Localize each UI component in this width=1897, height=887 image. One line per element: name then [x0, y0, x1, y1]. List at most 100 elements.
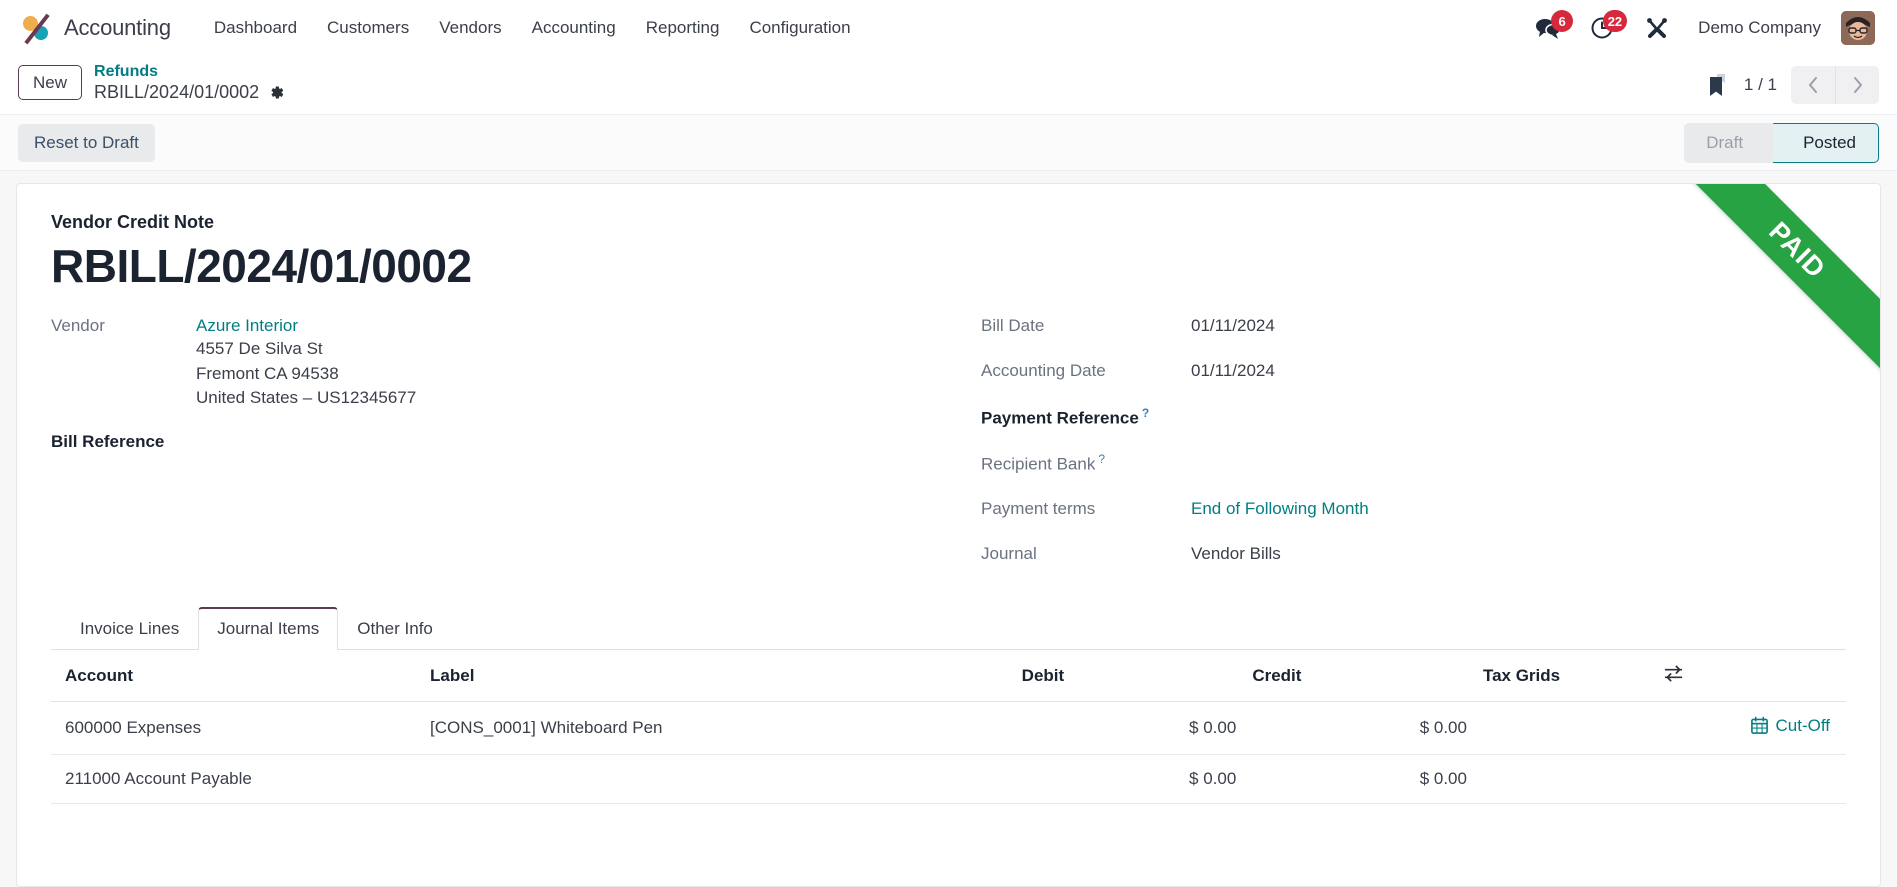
- menu-item-accounting[interactable]: Accounting: [517, 0, 631, 56]
- cell-tax-grids[interactable]: [1474, 701, 1656, 756]
- menu-item-configuration[interactable]: Configuration: [734, 0, 865, 56]
- notebook-tabs: Invoice Lines Journal Items Other Info: [51, 606, 1846, 650]
- cell-label[interactable]: [CONS_0001] Whiteboard Pen: [422, 701, 1014, 756]
- column-header-label[interactable]: Label: [422, 649, 1014, 702]
- table-header: Account Label Debit Credit Tax Grids: [51, 649, 1846, 702]
- field-payment-reference: Payment Reference?: [981, 405, 1846, 431]
- breadcrumb: Refunds RBILL/2024/01/0002: [94, 62, 285, 103]
- app-brand[interactable]: Accounting: [14, 0, 181, 56]
- notebook: Invoice Lines Journal Items Other Info A…: [51, 606, 1846, 805]
- messages-button[interactable]: 6: [1522, 0, 1574, 56]
- field-accounting-date-label: Accounting Date: [981, 360, 1106, 380]
- field-accounting-date: Accounting Date 01/11/2024: [981, 360, 1846, 384]
- cell-label[interactable]: [422, 754, 1014, 805]
- pager-previous-button[interactable]: [1791, 66, 1835, 104]
- field-payment-terms-label: Payment terms: [981, 498, 1096, 518]
- new-record-button[interactable]: New: [18, 65, 83, 101]
- tab-other-info[interactable]: Other Info: [338, 607, 452, 650]
- calendar-icon: [1750, 716, 1768, 735]
- vendor-address-line-2: Fremont CA 94538: [196, 363, 339, 383]
- field-journal-value[interactable]: Vendor Bills: [1191, 543, 1281, 566]
- column-header-debit[interactable]: Debit: [1013, 649, 1245, 702]
- statusbar: Reset to Draft Draft Posted: [0, 114, 1897, 171]
- cell-account[interactable]: 600000 Expenses: [51, 701, 423, 756]
- control-panel: New Refunds RBILL/2024/01/0002 1 / 1: [0, 56, 1897, 114]
- main-menu: Dashboard Customers Vendors Accounting R…: [199, 0, 866, 56]
- status-step-posted-label: Posted: [1803, 132, 1856, 152]
- breadcrumb-current-label: RBILL/2024/01/0002: [94, 81, 260, 102]
- column-header-tax-grids[interactable]: Tax Grids: [1474, 649, 1656, 702]
- fields-right-column: Bill Date 01/11/2024 Accounting Date 01/…: [981, 315, 1846, 588]
- cell-cutoff: Cut-Off: [1655, 701, 1846, 756]
- control-panel-right: 1 / 1: [1706, 62, 1879, 104]
- field-bill-date-value[interactable]: 01/11/2024: [1191, 315, 1275, 338]
- field-journal-label: Journal: [981, 543, 1037, 563]
- breadcrumb-parent-refunds[interactable]: Refunds: [94, 62, 285, 82]
- menu-item-reporting[interactable]: Reporting: [631, 0, 735, 56]
- activities-badge: 22: [1602, 10, 1628, 32]
- cell-credit[interactable]: $ 0.00: [1244, 754, 1475, 805]
- vendor-address-line-3: United States – US12345677: [196, 387, 417, 407]
- field-vendor-value-block: Azure Interior 4557 De Silva St Fremont …: [196, 315, 416, 410]
- pager-value: 1 / 1: [1743, 75, 1777, 94]
- chevron-right-icon: [1853, 77, 1862, 93]
- help-tooltip-icon[interactable]: ?: [1142, 406, 1149, 420]
- column-options-header: [1655, 649, 1846, 702]
- pager-buttons: [1791, 66, 1879, 104]
- activities-button[interactable]: 22: [1578, 0, 1628, 56]
- company-switcher[interactable]: Demo Company: [1686, 18, 1833, 38]
- control-panel-left: New Refunds RBILL/2024/01/0002: [18, 62, 285, 103]
- field-payment-terms-value[interactable]: End of Following Month: [1191, 498, 1369, 521]
- table-row[interactable]: 600000 Expenses [CONS_0001] Whiteboard P…: [51, 701, 1846, 756]
- status-step-draft[interactable]: Draft: [1684, 122, 1774, 163]
- cell-debit[interactable]: $ 0.00: [1013, 754, 1245, 805]
- cut-off-button[interactable]: Cut-Off: [1750, 716, 1830, 736]
- cell-credit[interactable]: $ 0.00: [1244, 701, 1475, 756]
- app-name: Accounting: [64, 15, 171, 40]
- journal-items-table: Account Label Debit Credit Tax Grids 600…: [51, 649, 1846, 805]
- field-accounting-date-value[interactable]: 01/11/2024: [1191, 360, 1275, 383]
- field-vendor-label: Vendor: [51, 315, 105, 335]
- vendor-address-line-1: 4557 De Silva St: [196, 339, 323, 359]
- field-bill-reference-label: Bill Reference: [51, 431, 165, 451]
- tab-invoice-lines[interactable]: Invoice Lines: [61, 607, 198, 650]
- help-tooltip-icon[interactable]: ?: [1098, 452, 1105, 466]
- reset-to-draft-button[interactable]: Reset to Draft: [18, 123, 155, 162]
- field-vendor: Vendor Azure Interior 4557 De Silva St F…: [51, 315, 981, 410]
- gear-icon[interactable]: [268, 84, 285, 101]
- user-avatar-icon[interactable]: [1841, 11, 1875, 45]
- field-payment-reference-label-text: Payment Reference: [981, 408, 1139, 428]
- cell-tax-grids[interactable]: [1474, 754, 1656, 805]
- breadcrumb-current: RBILL/2024/01/0002: [94, 82, 285, 104]
- page-title: RBILL/2024/01/0002: [51, 240, 472, 292]
- status-step-posted[interactable]: Posted: [1773, 122, 1879, 163]
- column-options-icon[interactable]: [1663, 664, 1684, 683]
- menu-item-vendors[interactable]: Vendors: [424, 0, 516, 56]
- menu-item-customers[interactable]: Customers: [312, 0, 424, 56]
- chevron-left-icon: [1809, 77, 1817, 93]
- record-sheet: PAID Vendor Credit Note RBILL/2024/01/00…: [16, 183, 1881, 887]
- bookmark-icon[interactable]: [1706, 72, 1730, 98]
- tab-journal-items[interactable]: Journal Items: [198, 606, 339, 650]
- vendor-name-link[interactable]: Azure Interior: [196, 315, 416, 338]
- field-bill-reference: Bill Reference: [51, 431, 981, 455]
- cut-off-label: Cut-Off: [1775, 715, 1830, 735]
- table-row[interactable]: 211000 Account Payable $ 0.00 $ 0.00: [51, 754, 1846, 805]
- systray: 6 22 Demo Company: [1522, 0, 1883, 56]
- menu-item-dashboard[interactable]: Dashboard: [199, 0, 312, 56]
- column-header-credit[interactable]: Credit: [1244, 649, 1475, 702]
- table-body: 600000 Expenses [CONS_0001] Whiteboard P…: [51, 701, 1846, 805]
- cell-debit[interactable]: $ 0.00: [1013, 701, 1245, 756]
- document-type-label: Vendor Credit Note: [51, 212, 215, 232]
- cell-account[interactable]: 211000 Account Payable: [51, 754, 423, 805]
- top-navbar: Accounting Dashboard Customers Vendors A…: [0, 0, 1897, 56]
- pager-next-button[interactable]: [1835, 66, 1879, 104]
- field-recipient-bank-label-text: Recipient Bank: [981, 454, 1096, 474]
- field-recipient-bank-label: Recipient Bank?: [981, 451, 1191, 477]
- fields-left-column: Vendor Azure Interior 4557 De Silva St F…: [51, 315, 981, 588]
- field-bill-date: Bill Date 01/11/2024: [981, 315, 1846, 339]
- debug-menu-button[interactable]: [1632, 0, 1682, 56]
- column-header-account[interactable]: Account: [51, 649, 423, 702]
- field-journal: Journal Vendor Bills: [981, 543, 1846, 567]
- table-header-row: Account Label Debit Credit Tax Grids: [51, 649, 1846, 702]
